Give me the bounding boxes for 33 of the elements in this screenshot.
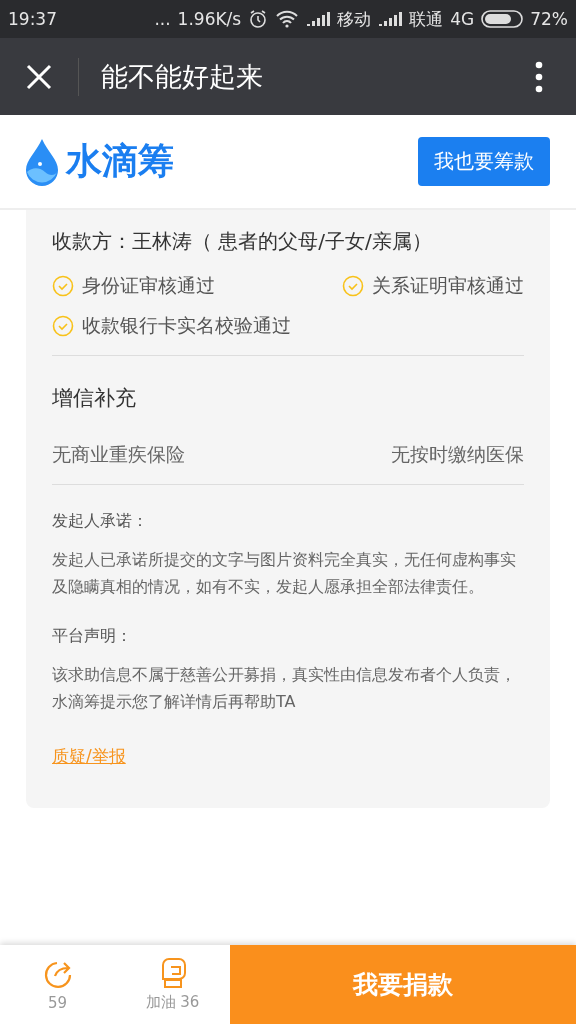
report-link[interactable]: 质疑/举报 xyxy=(52,745,126,768)
carrier-name: 移动 xyxy=(337,7,372,31)
network-speed: 1.96K/s xyxy=(177,9,242,29)
share-button[interactable]: 59 xyxy=(0,945,115,1024)
section-title: 增信补充 xyxy=(52,385,137,412)
note-paragraph: 发起人已承诺所提交的文字与图片资料完全真实，无任何虚构事实及隐瞒真相的情况，如有不实，发起人愿承担全部法律责任。 xyxy=(52,549,517,598)
water-drop-icon xyxy=(24,137,60,186)
logo-text: 水滴筹 xyxy=(66,139,174,183)
donate-button[interactable]: 我要捐款 xyxy=(230,945,576,1024)
start-fundraiser-button[interactable]: 我也要筹款 xyxy=(418,137,550,186)
signal-icon xyxy=(306,11,331,27)
note-heading: 发起人承诺： xyxy=(52,511,149,532)
carrier-name: 联通 xyxy=(409,7,444,31)
verification-label: 身份证审核通过 xyxy=(82,273,215,298)
wifi-icon xyxy=(275,10,300,28)
verification-label: 关系证明审核通过 xyxy=(372,273,524,298)
cheer-button[interactable]: 加油 36 xyxy=(115,945,230,1024)
credit-item: 无按时缴纳医保 xyxy=(391,442,524,467)
notification-dots: ... xyxy=(154,9,171,29)
signal-icon xyxy=(378,11,403,27)
network-type: 4G xyxy=(450,9,475,29)
page-title: 能不能好起来 xyxy=(101,59,263,94)
note-heading: 平台声明： xyxy=(52,626,133,647)
clock-time: 19:37 xyxy=(8,9,57,29)
verification-label: 收款银行卡实名校验通过 xyxy=(82,313,291,338)
close-icon[interactable] xyxy=(25,62,53,91)
note-paragraph: 该求助信息不属于慈善公开募捐，真实性由信息发布者个人负责，水滴筹提示您了解详情后再帮助TA xyxy=(52,664,517,713)
payee-text: 收款方：王林涛（ 患者的父母/子女/亲属） xyxy=(52,228,433,255)
battery-icon xyxy=(481,10,524,28)
battery-percent: 72% xyxy=(530,9,568,29)
credit-item: 无商业重疾保险 xyxy=(52,442,185,467)
more-icon[interactable] xyxy=(535,60,543,93)
alarm-icon xyxy=(248,9,269,29)
